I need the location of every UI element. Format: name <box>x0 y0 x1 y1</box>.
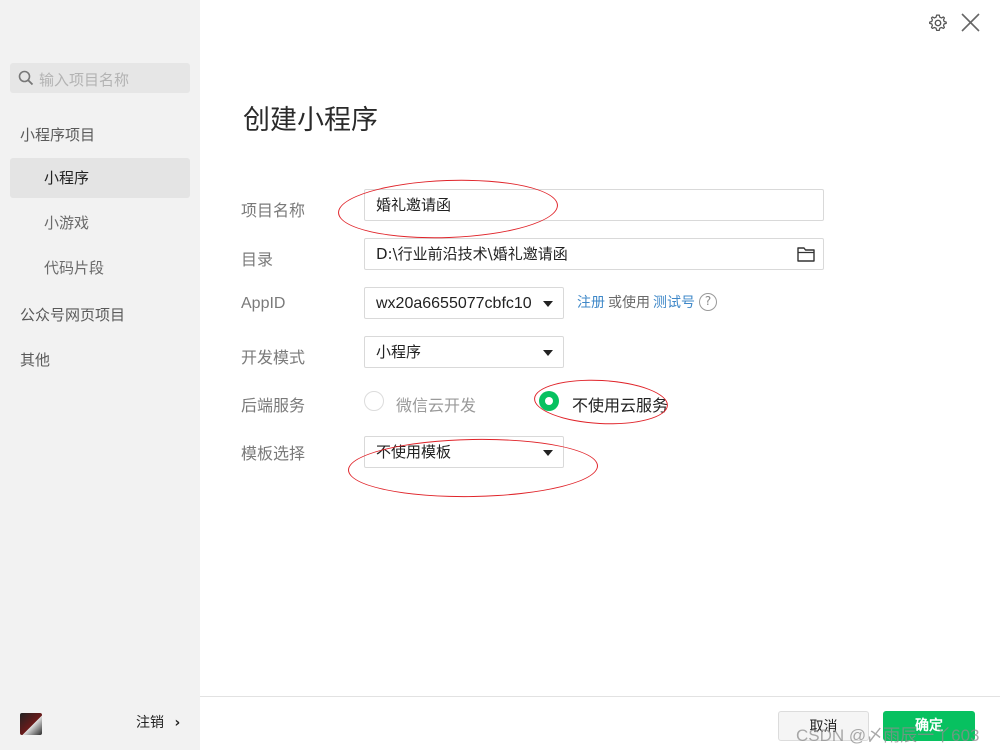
radio-cloud-dev-label[interactable]: 微信云开发 <box>396 392 476 416</box>
folder-icon[interactable] <box>797 246 815 262</box>
close-icon[interactable] <box>960 12 981 33</box>
dev-mode-label: 开发模式 <box>241 348 306 367</box>
radio-no-cloud[interactable] <box>539 391 559 411</box>
directory-label: 目录 <box>241 250 274 269</box>
chevron-down-icon <box>543 350 553 356</box>
dev-mode-value: 小程序 <box>376 343 422 361</box>
watermark: CSDN @〆雨辰一丫603 <box>796 726 980 745</box>
chevron-down-icon <box>543 301 553 307</box>
gear-icon[interactable] <box>929 14 947 32</box>
logout-button[interactable]: 注销 › <box>136 712 180 732</box>
search-box[interactable]: 输入项目名称 <box>10 63 190 93</box>
sidebar: 输入项目名称 小程序项目 小程序 小游戏 代码片段 公众号网页项目 其他 注销 … <box>0 0 200 750</box>
radio-cloud-dev[interactable] <box>364 391 384 411</box>
search-icon <box>18 70 34 86</box>
sidebar-item-mini-program[interactable]: 小程序 <box>10 158 190 198</box>
test-account-link[interactable]: 测试号 <box>653 292 695 312</box>
project-name-input[interactable]: 婚礼邀请函 <box>364 189 824 221</box>
template-label: 模板选择 <box>241 444 306 463</box>
directory-input[interactable]: D:\行业前沿技术\婚礼邀请函 <box>364 238 824 270</box>
help-icon[interactable]: ? <box>699 293 717 311</box>
radio-no-cloud-label[interactable]: 不使用云服务 <box>572 392 668 416</box>
directory-value: D:\行业前沿技术\婚礼邀请函 <box>376 245 568 263</box>
search-input[interactable]: 输入项目名称 <box>39 69 129 90</box>
backend-label: 后端服务 <box>241 396 306 415</box>
register-link[interactable]: 注册 <box>577 292 605 312</box>
avatar[interactable] <box>20 713 42 735</box>
appid-select[interactable]: wx20a6655077cbfc10 <box>364 287 564 319</box>
dev-mode-select[interactable]: 小程序 <box>364 336 564 368</box>
project-name-value: 婚礼邀请函 <box>376 196 452 214</box>
appid-value: wx20a6655077cbfc10 <box>376 295 532 312</box>
page-title: 创建小程序 <box>243 105 378 136</box>
sidebar-item-mini-game[interactable]: 小游戏 <box>10 203 190 243</box>
chevron-down-icon <box>543 450 553 456</box>
or-use-text: 或使用 <box>608 295 650 311</box>
appid-label: AppID <box>241 295 286 312</box>
sidebar-category-official-account[interactable]: 公众号网页项目 <box>20 304 125 325</box>
template-value: 不使用模板 <box>376 443 452 461</box>
chevron-right-icon: › <box>174 715 181 731</box>
sidebar-category-mini-program[interactable]: 小程序项目 <box>20 124 95 145</box>
sidebar-category-other[interactable]: 其他 <box>20 349 50 370</box>
template-select[interactable]: 不使用模板 <box>364 436 564 468</box>
sidebar-item-code-snippet[interactable]: 代码片段 <box>10 248 190 288</box>
footer-divider <box>200 696 1000 697</box>
project-name-label: 项目名称 <box>241 201 306 220</box>
logout-label: 注销 <box>136 715 164 731</box>
